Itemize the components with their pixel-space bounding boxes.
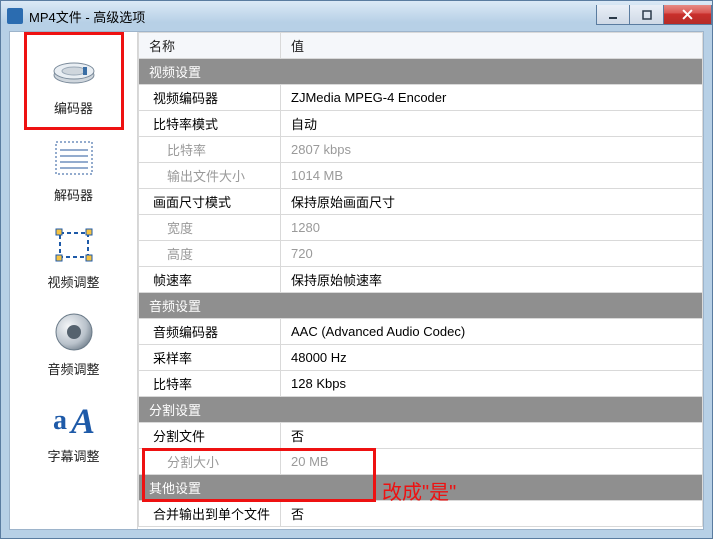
sidebar-item-decoder[interactable]: 解码器 xyxy=(10,127,137,214)
sidebar-item-label: 视频调整 xyxy=(10,272,137,291)
row-split-file[interactable]: 分割文件 否 xyxy=(139,423,703,449)
setting-value[interactable]: 否 xyxy=(281,423,703,449)
section-label: 音频设置 xyxy=(139,293,703,319)
settings-panel: 名称 值 视频设置 视频编码器 ZJMedia MPEG-4 Encoder 比… xyxy=(138,32,703,529)
setting-name: 分割文件 xyxy=(139,423,281,449)
setting-value[interactable]: 48000 Hz xyxy=(281,345,703,371)
svg-text:A: A xyxy=(69,401,95,439)
section-split: 分割设置 xyxy=(139,397,703,423)
window-frame: MP4文件 - 高级选项 xyxy=(0,0,713,539)
setting-value[interactable]: 自动 xyxy=(281,111,703,137)
setting-name: 比特率 xyxy=(139,137,281,163)
setting-name: 画面尺寸模式 xyxy=(139,189,281,215)
settings-table: 名称 值 视频设置 视频编码器 ZJMedia MPEG-4 Encoder 比… xyxy=(138,32,703,527)
col-value: 值 xyxy=(281,33,703,59)
setting-name: 合并输出到单个文件 xyxy=(139,501,281,527)
setting-value: 1280 xyxy=(281,215,703,241)
subtitle-adjust-icon: a A xyxy=(48,396,100,442)
setting-value: 720 xyxy=(281,241,703,267)
sidebar-item-label: 音频调整 xyxy=(10,359,137,378)
sidebar-item-label: 解码器 xyxy=(10,185,137,204)
row-audio-encoder[interactable]: 音频编码器 AAC (Advanced Audio Codec) xyxy=(139,319,703,345)
setting-name: 帧速率 xyxy=(139,267,281,293)
row-audio-bitrate[interactable]: 比特率 128 Kbps xyxy=(139,371,703,397)
row-width: 宽度 1280 xyxy=(139,215,703,241)
setting-value[interactable]: ZJMedia MPEG-4 Encoder xyxy=(281,85,703,111)
titlebar[interactable]: MP4文件 - 高级选项 xyxy=(1,1,712,31)
sidebar-item-label: 字幕调整 xyxy=(10,446,137,465)
setting-value[interactable]: 保持原始帧速率 xyxy=(281,267,703,293)
minimize-button[interactable] xyxy=(596,5,630,25)
setting-value[interactable]: 128 Kbps xyxy=(281,371,703,397)
close-button[interactable] xyxy=(664,5,712,25)
setting-value: 2807 kbps xyxy=(281,137,703,163)
setting-value[interactable]: 保持原始画面尺寸 xyxy=(281,189,703,215)
setting-value: 1014 MB xyxy=(281,163,703,189)
section-label: 分割设置 xyxy=(139,397,703,423)
header-row: 名称 值 xyxy=(139,33,703,59)
setting-value: 20 MB xyxy=(281,449,703,475)
row-split-size: 分割大小 20 MB xyxy=(139,449,703,475)
row-bitrate-mode[interactable]: 比特率模式 自动 xyxy=(139,111,703,137)
row-framerate[interactable]: 帧速率 保持原始帧速率 xyxy=(139,267,703,293)
setting-name: 宽度 xyxy=(139,215,281,241)
sidebar-item-encoder[interactable]: 编码器 xyxy=(10,40,137,127)
sidebar-item-audio-adjust[interactable]: 音频调整 xyxy=(10,301,137,388)
setting-name: 输出文件大小 xyxy=(139,163,281,189)
app-icon xyxy=(7,8,23,24)
setting-name: 分割大小 xyxy=(139,449,281,475)
window-buttons-group xyxy=(596,7,712,25)
setting-name: 比特率 xyxy=(139,371,281,397)
sidebar-item-subtitle-adjust[interactable]: a A 字幕调整 xyxy=(10,388,137,475)
setting-name: 高度 xyxy=(139,241,281,267)
sidebar: 编码器 解码器 xyxy=(10,32,138,529)
setting-value[interactable]: 否 xyxy=(281,501,703,527)
setting-name: 采样率 xyxy=(139,345,281,371)
section-label: 其他设置 xyxy=(139,475,703,501)
setting-name: 比特率模式 xyxy=(139,111,281,137)
row-height: 高度 720 xyxy=(139,241,703,267)
svg-text:a: a xyxy=(53,405,67,436)
sidebar-item-label: 编码器 xyxy=(10,98,137,117)
section-audio: 音频设置 xyxy=(139,293,703,319)
row-video-encoder[interactable]: 视频编码器 ZJMedia MPEG-4 Encoder xyxy=(139,85,703,111)
decoder-icon xyxy=(48,135,100,181)
audio-adjust-icon xyxy=(48,309,100,355)
sidebar-item-video-adjust[interactable]: 视频调整 xyxy=(10,214,137,301)
row-bitrate: 比特率 2807 kbps xyxy=(139,137,703,163)
window-title: MP4文件 - 高级选项 xyxy=(29,7,145,26)
setting-name: 视频编码器 xyxy=(139,85,281,111)
row-sample-rate[interactable]: 采样率 48000 Hz xyxy=(139,345,703,371)
col-name: 名称 xyxy=(139,33,281,59)
video-adjust-icon xyxy=(48,222,100,268)
section-other: 其他设置 xyxy=(139,475,703,501)
client-area: 编码器 解码器 xyxy=(9,31,704,530)
row-frame-size-mode[interactable]: 画面尺寸模式 保持原始画面尺寸 xyxy=(139,189,703,215)
section-video: 视频设置 xyxy=(139,59,703,85)
row-out-filesize: 输出文件大小 1014 MB xyxy=(139,163,703,189)
row-merge-single[interactable]: 合并输出到单个文件 否 xyxy=(139,501,703,527)
maximize-button[interactable] xyxy=(630,5,664,25)
section-label: 视频设置 xyxy=(139,59,703,85)
setting-value[interactable]: AAC (Advanced Audio Codec) xyxy=(281,319,703,345)
encoder-icon xyxy=(48,48,100,94)
setting-name: 音频编码器 xyxy=(139,319,281,345)
